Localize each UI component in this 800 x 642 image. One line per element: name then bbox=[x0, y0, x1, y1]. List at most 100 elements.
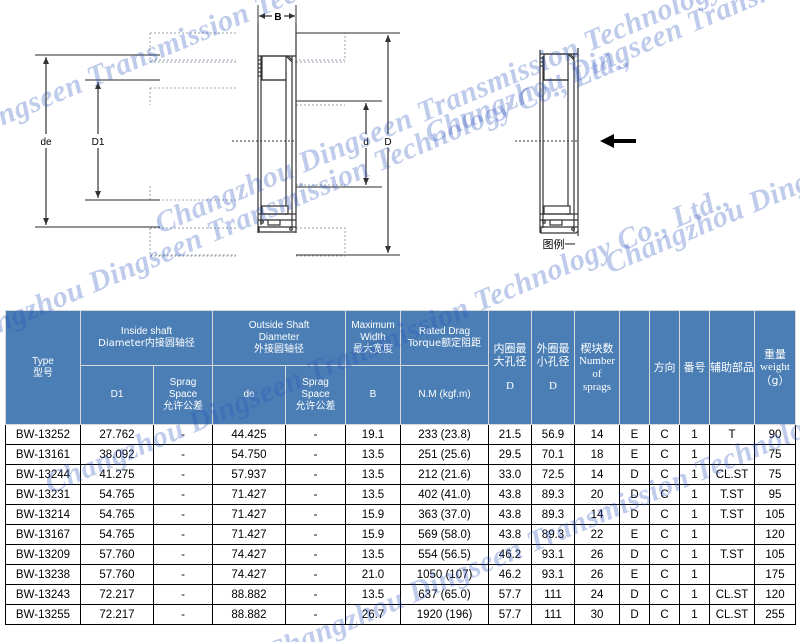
cell-sprag-space-inner: - bbox=[153, 484, 213, 505]
cell-d1: 41.275 bbox=[80, 464, 154, 485]
cell-sprags: 22 bbox=[574, 524, 620, 545]
header-inner-ring-max-hole: 内圈最 大孔径 D bbox=[488, 310, 532, 425]
cell-number: 1 bbox=[679, 504, 710, 525]
dimension-label-d: d bbox=[363, 137, 369, 148]
cell-width: 15.9 bbox=[345, 504, 401, 525]
cell-number: 1 bbox=[679, 564, 710, 585]
header-sub-nm: N.M (kgf.m) bbox=[400, 365, 489, 425]
dimension-label-B: B bbox=[274, 12, 281, 23]
cell-sprag-space-outer: - bbox=[285, 564, 346, 585]
cell-outer-hole: 93.1 bbox=[531, 544, 575, 565]
table-row[interactable]: BW-13167 54.765-71.427-15.9 569 (58.0) 43.8… bbox=[5, 524, 796, 545]
cell-type: BW-13255 bbox=[5, 604, 81, 625]
header-sprag-space-line2: Space bbox=[168, 389, 198, 400]
cell-weight: 255 bbox=[754, 604, 796, 625]
header-sprags-line1: 楔块数 bbox=[580, 341, 614, 355]
cell-outer-hole: 56.9 bbox=[531, 424, 575, 445]
cell-blank: D bbox=[619, 544, 650, 565]
cell-aux-parts: T.ST bbox=[709, 504, 755, 525]
cell-number: 1 bbox=[679, 424, 710, 445]
cell-width: 13.5 bbox=[345, 484, 401, 505]
cell-number: 1 bbox=[679, 544, 710, 565]
table-row[interactable]: BW-13243 72.217-88.882-13.5 637 (65.0) 57.7… bbox=[5, 584, 796, 605]
technical-drawing-area: B de D1 d D 图例一 bbox=[0, 0, 800, 300]
dimension-label-de: de bbox=[40, 137, 52, 148]
cell-torque: 212 (21.6) bbox=[400, 464, 489, 485]
header-inner-hole-symbol: D bbox=[506, 380, 514, 392]
cell-torque: 637 (65.0) bbox=[400, 584, 489, 605]
cell-blank: D bbox=[619, 584, 650, 605]
cell-width: 26.7 bbox=[345, 604, 401, 625]
cell-number: 1 bbox=[679, 484, 710, 505]
header-weight: 重量 weight （g） bbox=[754, 310, 796, 425]
header-outside-shaft-line2: Diameter bbox=[258, 332, 300, 343]
header-max-width-line1: Maximum bbox=[351, 320, 395, 331]
header-outer-hole-line2: 小孔径 bbox=[536, 355, 570, 368]
cell-outer-hole: 72.5 bbox=[531, 464, 575, 485]
header-row-group: Type 型号 Inside shaft Diameter内接圆轴径 Outsi… bbox=[5, 310, 796, 425]
header-rated-drag-torque: Rated Drag Torque额定阻距 bbox=[400, 310, 489, 366]
cell-sprag-space-inner: - bbox=[153, 444, 213, 465]
table-row[interactable]: BW-13255 72.217-88.882-26.7 1920 (196) 57.7… bbox=[5, 604, 796, 625]
table-row[interactable]: BW-13214 54.765-71.427-15.9 363 (37.0) 43.8… bbox=[5, 504, 796, 525]
cell-de: 88.882 bbox=[212, 584, 286, 605]
header-outer-hole-symbol: D bbox=[549, 380, 557, 392]
cell-d1: 72.217 bbox=[80, 584, 154, 605]
cell-weight: 105 bbox=[754, 504, 796, 525]
table-header: Type 型号 Inside shaft Diameter内接圆轴径 Outsi… bbox=[5, 310, 796, 425]
cell-sprag-space-outer: - bbox=[285, 484, 346, 505]
cell-weight: 95 bbox=[754, 484, 796, 505]
cell-aux-parts: CL.ST bbox=[709, 604, 755, 625]
header-direction-label: 方向 bbox=[653, 361, 676, 374]
cell-inner-hole: 43.8 bbox=[488, 504, 532, 525]
cell-torque: 569 (58.0) bbox=[400, 524, 489, 545]
table-row[interactable]: BW-13231 54.765-71.427-13.5 402 (41.0) 43.8… bbox=[5, 484, 796, 505]
cell-sprag-space-inner: - bbox=[153, 504, 213, 525]
bearing-specification-table: Type 型号 Inside shaft Diameter内接圆轴径 Outsi… bbox=[5, 310, 796, 625]
cell-weight: 175 bbox=[754, 564, 796, 585]
cell-sprag-space-outer: - bbox=[285, 504, 346, 525]
left-arrow-icon bbox=[600, 134, 636, 148]
cell-weight: 120 bbox=[754, 584, 796, 605]
cell-sprag-space-outer: - bbox=[285, 464, 346, 485]
table-row[interactable]: BW-13252 27.762-44.425-19.1 233 (23.8) 21.5… bbox=[5, 424, 796, 445]
cell-torque: 363 (37.0) bbox=[400, 504, 489, 525]
cell-sprag-space-inner: - bbox=[153, 564, 213, 585]
cell-torque: 233 (23.8) bbox=[400, 424, 489, 445]
side-view-outline bbox=[539, 48, 579, 236]
cell-sprags: 26 bbox=[574, 564, 620, 585]
cell-weight: 90 bbox=[754, 424, 796, 445]
cell-torque: 402 (41.0) bbox=[400, 484, 489, 505]
cell-inner-hole: 57.7 bbox=[488, 604, 532, 625]
cell-sprags: 20 bbox=[574, 484, 620, 505]
cell-outer-hole: 93.1 bbox=[531, 564, 575, 585]
cell-weight: 75 bbox=[754, 444, 796, 465]
table-row[interactable]: BW-13161 38.092-54.750-13.5 251 (25.6) 29.5… bbox=[5, 444, 796, 465]
cell-direction: C bbox=[649, 604, 680, 625]
cell-de: 71.427 bbox=[212, 484, 286, 505]
cell-direction: C bbox=[649, 464, 680, 485]
table-row[interactable]: BW-13238 57.760-74.427-21.0 1050 (107) 46.2… bbox=[5, 564, 796, 585]
cell-direction: C bbox=[649, 584, 680, 605]
table-row[interactable]: BW-13244 41.275-57.937-13.5 212 (21.6) 33.0… bbox=[5, 464, 796, 485]
table-row[interactable]: BW-13209 57.760-74.427-13.5 554 (56.5) 46.2… bbox=[5, 544, 796, 565]
header-sub-nm-label: N.M (kgf.m) bbox=[418, 389, 471, 400]
header-number-of-sprags: 楔块数 Number of sprags bbox=[574, 310, 620, 425]
cell-d1: 57.760 bbox=[80, 564, 154, 585]
cell-width: 15.9 bbox=[345, 524, 401, 545]
cell-sprag-space-outer: - bbox=[285, 444, 346, 465]
cell-blank: D bbox=[619, 604, 650, 625]
table-body: BW-13252 27.762-44.425-19.1 233 (23.8) 21.5… bbox=[5, 424, 796, 625]
cell-inner-hole: 46.2 bbox=[488, 544, 532, 565]
cell-aux-parts bbox=[709, 564, 755, 585]
cell-outer-hole: 111 bbox=[531, 584, 575, 605]
header-outer-hole-line1: 外圈最 bbox=[536, 342, 570, 355]
cell-outer-hole: 111 bbox=[531, 604, 575, 625]
cell-de: 74.427 bbox=[212, 564, 286, 585]
cell-number: 1 bbox=[679, 604, 710, 625]
cell-sprags: 30 bbox=[574, 604, 620, 625]
cell-blank: D bbox=[619, 504, 650, 525]
header-outside-shaft-line1: Outside Shaft bbox=[248, 320, 310, 331]
bearing-technical-drawings: B de D1 d D 图例一 bbox=[35, 5, 636, 257]
header-sub-d1-label: D1 bbox=[110, 389, 124, 400]
